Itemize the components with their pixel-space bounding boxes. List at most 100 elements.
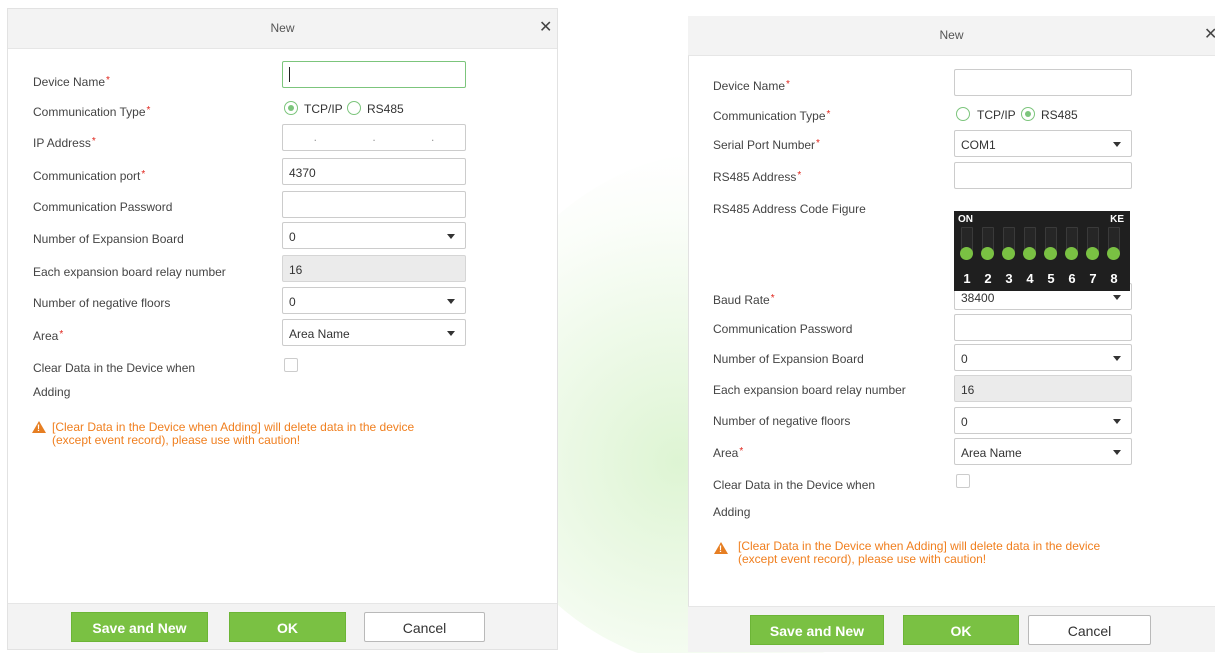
device-name-input[interactable] — [282, 61, 466, 88]
device-name-label: Device Name* — [713, 79, 790, 93]
negative-floors-select[interactable]: 0 — [954, 407, 1132, 434]
dip-switch-number: 7 — [1089, 271, 1097, 286]
rs485-address-input[interactable] — [954, 162, 1132, 189]
warning-text-line2: (except event record), please use with c… — [52, 433, 301, 447]
ip-address-label: IP Address* — [33, 136, 96, 150]
expansion-board-value: 0 — [961, 352, 968, 366]
dip-switch-indicator — [1002, 247, 1015, 260]
area-select[interactable]: Area Name — [954, 438, 1132, 465]
clear-data-label-line2: Adding — [713, 505, 751, 519]
rs485-address-label: RS485 Address* — [713, 170, 802, 184]
dialog-footer: Save and New OK Cancel — [8, 603, 557, 649]
area-label: Area* — [33, 329, 64, 343]
dip-switch-number: 2 — [984, 271, 992, 286]
communication-password-label: Communication Password — [713, 322, 853, 336]
chevron-down-icon — [1113, 419, 1121, 424]
ok-button[interactable]: OK — [229, 612, 346, 642]
expansion-board-label: Number of Expansion Board — [713, 352, 864, 366]
radio-tcpip[interactable] — [956, 107, 970, 121]
dip-switch-indicator — [1086, 247, 1099, 260]
dip-on-label: ON — [958, 214, 973, 225]
chevron-down-icon — [447, 331, 455, 336]
dip-switch-number: 3 — [1005, 271, 1013, 286]
serial-port-value: COM1 — [961, 138, 996, 152]
warning-icon: ! — [714, 542, 728, 554]
area-label: Area* — [713, 446, 744, 460]
serial-port-label: Serial Port Number* — [713, 138, 820, 152]
dip-switch-number: 1 — [963, 271, 971, 286]
chevron-down-icon — [447, 234, 455, 239]
dialog-footer: Save and New OK Cancel — [688, 606, 1215, 652]
dialog-title: New — [270, 21, 295, 35]
radio-tcpip-label: TCP/IP — [977, 108, 1016, 122]
radio-tcpip-label: TCP/IP — [304, 102, 343, 116]
dip-switch-number: 4 — [1026, 271, 1034, 286]
new-device-dialog-rs485: New ✕ Device Name* Communication Type* T… — [688, 16, 1215, 652]
relay-number-label: Each expansion board relay number — [33, 265, 226, 279]
device-name-input[interactable] — [954, 69, 1132, 96]
negative-floors-select[interactable]: 0 — [282, 287, 466, 314]
communication-port-input[interactable]: 4370 — [282, 158, 466, 185]
relay-number-input: 16 — [282, 255, 466, 282]
dip-switch-indicator — [1023, 247, 1036, 260]
communication-port-label: Communication port* — [33, 169, 146, 183]
ok-button[interactable]: OK — [903, 615, 1019, 645]
save-and-new-button[interactable]: Save and New — [750, 615, 884, 645]
radio-rs485[interactable] — [347, 101, 361, 115]
radio-tcpip[interactable] — [284, 101, 298, 115]
ip-address-input[interactable]: . . . — [282, 124, 466, 151]
communication-password-label: Communication Password — [33, 200, 173, 214]
ip-address-value: . . . — [313, 130, 461, 144]
communication-password-input[interactable] — [954, 314, 1132, 341]
expansion-board-select[interactable]: 0 — [282, 222, 466, 249]
clear-data-label: Clear Data in the Device when — [33, 361, 196, 375]
communication-port-value: 4370 — [289, 166, 316, 180]
communication-type-label: Communication Type* — [713, 109, 831, 123]
new-device-dialog-tcp: New ✕ Device Name* Communication Type* T… — [7, 8, 558, 650]
clear-data-checkbox[interactable] — [284, 358, 298, 372]
serial-port-select[interactable]: COM1 — [954, 130, 1132, 157]
dip-switch-indicator — [981, 247, 994, 260]
negative-floors-label: Number of negative floors — [33, 296, 171, 310]
negative-floors-value: 0 — [289, 295, 296, 309]
dip-switch-indicator — [1065, 247, 1078, 260]
rs485-address-code-figure: ON KE 12345678 — [954, 211, 1130, 291]
area-value: Area Name — [289, 327, 350, 341]
baud-rate-label: Baud Rate* — [713, 293, 775, 307]
expansion-board-label: Number of Expansion Board — [33, 232, 184, 246]
cancel-button[interactable]: Cancel — [1028, 615, 1151, 645]
dip-switch-indicator — [960, 247, 973, 260]
dip-switch-indicator — [1044, 247, 1057, 260]
dip-ke-label: KE — [1110, 214, 1124, 225]
close-icon[interactable]: ✕ — [539, 20, 552, 36]
clear-data-label: Clear Data in the Device when — [713, 478, 876, 492]
chevron-down-icon — [1113, 356, 1121, 361]
radio-rs485-label: RS485 — [367, 102, 404, 116]
chevron-down-icon — [447, 299, 455, 304]
negative-floors-value: 0 — [961, 415, 968, 429]
warning-icon: ! — [32, 421, 46, 433]
relay-number-input: 16 — [954, 375, 1132, 402]
relay-number-value: 16 — [289, 263, 303, 277]
dip-switch-number: 6 — [1068, 271, 1076, 286]
text-cursor — [289, 67, 290, 82]
chevron-down-icon — [1113, 142, 1121, 147]
negative-floors-label: Number of negative floors — [713, 414, 851, 428]
area-value: Area Name — [961, 446, 1022, 460]
close-icon[interactable]: ✕ — [1204, 27, 1215, 43]
radio-rs485[interactable] — [1021, 107, 1035, 121]
radio-rs485-label: RS485 — [1041, 108, 1078, 122]
address-code-figure-label: RS485 Address Code Figure — [713, 202, 866, 216]
cancel-button[interactable]: Cancel — [364, 612, 485, 642]
chevron-down-icon — [1113, 450, 1121, 455]
baud-rate-value: 38400 — [961, 291, 995, 305]
expansion-board-select[interactable]: 0 — [954, 344, 1132, 371]
relay-number-value: 16 — [961, 383, 975, 397]
dialog-titlebar: New ✕ — [8, 9, 557, 49]
save-and-new-button[interactable]: Save and New — [71, 612, 208, 642]
device-name-label: Device Name* — [33, 75, 110, 89]
clear-data-checkbox[interactable] — [956, 474, 970, 488]
area-select[interactable]: Area Name — [282, 319, 466, 346]
communication-password-input[interactable] — [282, 191, 466, 218]
dialog-titlebar: New ✕ — [688, 16, 1215, 56]
